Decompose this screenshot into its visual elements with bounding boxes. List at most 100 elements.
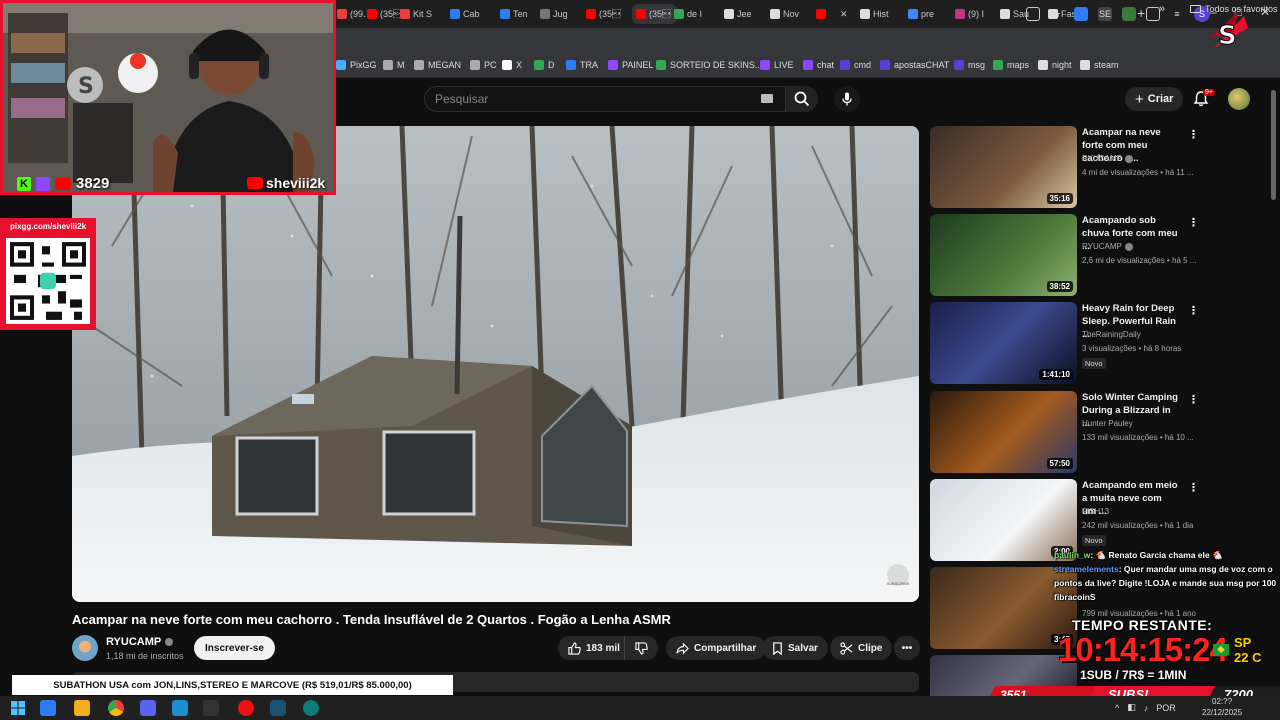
browser-tab[interactable]: (35 — [632, 4, 678, 24]
browser-tab[interactable]: de I — [674, 4, 702, 24]
video-thumbnail[interactable]: 1:41:10 — [930, 302, 1077, 384]
bookmark-item[interactable]: LIVE — [760, 60, 794, 70]
recommended-video[interactable]: 1:41:10 Heavy Rain for Deep Sleep. Powerf… — [930, 302, 1260, 386]
bookmark-item[interactable]: apostasCHAT — [880, 60, 949, 70]
desktop-icon[interactable] — [40, 700, 56, 716]
clock-time[interactable]: 02:?? — [1212, 697, 1232, 706]
recommended-video[interactable]: 57:50 Solo Winter Camping During a Blizza… — [930, 391, 1260, 475]
verified-icon — [1124, 154, 1133, 163]
browser-tab[interactable]: Kit S — [400, 4, 432, 24]
video-thumbnail[interactable]: 57:50 — [930, 391, 1077, 473]
bookmark-item[interactable]: X — [502, 60, 522, 70]
search-button[interactable] — [786, 86, 818, 112]
more-options-icon[interactable]: ⋮ — [1188, 481, 1199, 494]
recommended-channel[interactable]: Hunter Pauley — [1082, 419, 1133, 428]
bookmark-item[interactable]: maps — [993, 60, 1029, 70]
chrome-icon[interactable] — [108, 700, 124, 716]
more-actions-button[interactable]: ••• — [894, 636, 920, 660]
like-button[interactable]: 183 mil — [558, 636, 634, 660]
bookmark-item[interactable]: night — [1038, 60, 1072, 70]
thumbs-up-icon — [568, 641, 581, 655]
telegram-icon[interactable] — [172, 700, 188, 716]
chevron-up-icon[interactable]: ^ — [1115, 703, 1119, 713]
scrollbar-thumb[interactable] — [1271, 90, 1276, 200]
puzzle-icon[interactable] — [1146, 7, 1160, 21]
video-thumbnail[interactable]: 38:52 — [930, 214, 1077, 296]
bookmarks-more-button[interactable]: » — [1159, 3, 1165, 15]
bookmark-star-icon[interactable]: ★ — [1050, 7, 1064, 21]
discord-icon[interactable] — [140, 700, 156, 716]
screenshot-icon[interactable] — [1026, 7, 1040, 21]
browser-tab[interactable]: Ten — [500, 4, 528, 24]
browser-tab[interactable]: Jee — [724, 4, 752, 24]
recommended-channel[interactable]: FISH13 — [1082, 507, 1109, 516]
clock-date[interactable]: 22/12/2025 — [1202, 708, 1242, 717]
extension-icon[interactable] — [1122, 7, 1136, 21]
toolbar-icons: ★ SE ≡ S — [1026, 6, 1210, 22]
channel-name[interactable]: RYUCAMP — [106, 636, 174, 648]
more-options-icon[interactable]: ⋮ — [1188, 304, 1199, 317]
browser-tab[interactable]: (35 — [586, 4, 621, 24]
verified-icon — [165, 638, 174, 646]
user-avatar[interactable] — [1228, 88, 1250, 110]
reading-list-icon[interactable]: ≡ — [1170, 7, 1184, 21]
recommended-channel[interactable]: RYUCAMP — [1082, 242, 1133, 251]
extension-icon[interactable]: SE — [1098, 7, 1112, 21]
file-explorer-icon[interactable] — [74, 700, 90, 716]
volume-icon[interactable]: ♪ — [1144, 703, 1149, 713]
bookmark-item[interactable]: PAINEL — [608, 60, 653, 70]
browser-tab[interactable]: Sau — [1000, 4, 1029, 24]
keyboard-icon[interactable] — [761, 94, 773, 103]
bookmark-item[interactable]: MEGAN — [414, 60, 461, 70]
channel-avatar[interactable] — [72, 635, 98, 661]
bookmark-item[interactable]: PC — [470, 60, 497, 70]
video-thumbnail[interactable]: 35:16 — [930, 126, 1077, 208]
subscribe-button[interactable]: Inscrever-se — [194, 636, 275, 660]
browser-tab[interactable]: (9) I — [955, 4, 984, 24]
bookmark-item[interactable]: msg — [954, 60, 985, 70]
voice-search-button[interactable] — [834, 86, 860, 112]
browser-tab[interactable]: Jug — [540, 4, 568, 24]
recommended-video[interactable]: 38:52 Acampando sob chuva forte com meu .… — [930, 214, 1260, 298]
more-options-icon[interactable]: ⋮ — [1188, 128, 1199, 141]
more-options-icon[interactable]: ⋮ — [1188, 216, 1199, 229]
browser-tab[interactable]: pre — [908, 4, 934, 24]
app-icon[interactable] — [270, 700, 286, 716]
browser-tab[interactable]: ✕ — [816, 4, 848, 24]
bookmark-label: M — [397, 60, 405, 70]
app-icon[interactable] — [303, 700, 319, 716]
search-input[interactable] — [435, 87, 755, 111]
tab-favicon-icon — [816, 9, 826, 19]
browser-tab[interactable]: Cab — [450, 4, 480, 24]
bookmark-item[interactable]: M — [383, 60, 405, 70]
save-button[interactable]: Salvar — [762, 636, 829, 660]
bookmark-item[interactable]: SORTEIO DE SKINS... — [656, 60, 762, 70]
subscribe-watermark[interactable]: SUBSCRIBE — [886, 564, 910, 586]
bookmark-item[interactable]: steam — [1080, 60, 1119, 70]
browser-tab[interactable]: Hist — [860, 4, 889, 24]
recommended-channel[interactable]: TheRainingDaily — [1082, 330, 1141, 339]
bookmark-item[interactable]: cmd — [840, 60, 871, 70]
language-indicator[interactable]: POR — [1156, 703, 1176, 713]
dislike-button[interactable] — [624, 636, 658, 660]
create-button[interactable]: + Criar — [1125, 87, 1184, 111]
more-options-icon[interactable]: ⋮ — [1188, 393, 1199, 406]
share-button[interactable]: Compartilhar — [666, 636, 767, 660]
recommended-channel[interactable]: RYUCAMP — [1082, 154, 1133, 163]
new-badge: Novo — [1082, 535, 1106, 546]
bookmark-item[interactable]: PixGG — [336, 60, 377, 70]
video-player[interactable]: SUBSCRIBE — [72, 126, 919, 602]
bookmark-item[interactable]: chat — [803, 60, 834, 70]
app-icon[interactable] — [203, 700, 219, 716]
browser-tab[interactable]: (35 — [367, 4, 402, 24]
recommended-video[interactable]: 35:16 Acampar na neve forte com meu cacho… — [930, 126, 1260, 210]
close-tab-icon[interactable]: ✕ — [840, 9, 848, 20]
network-icon[interactable]: ◧ — [1127, 702, 1136, 713]
clip-button[interactable]: Clipe — [830, 636, 893, 660]
windows-start-icon[interactable] — [10, 700, 26, 716]
bookmark-item[interactable]: TRA — [566, 60, 598, 70]
browser-tab[interactable]: Nov — [770, 4, 799, 24]
obs-icon[interactable] — [238, 700, 254, 716]
bookmark-item[interactable]: D — [534, 60, 555, 70]
extension-icon[interactable] — [1074, 7, 1088, 21]
